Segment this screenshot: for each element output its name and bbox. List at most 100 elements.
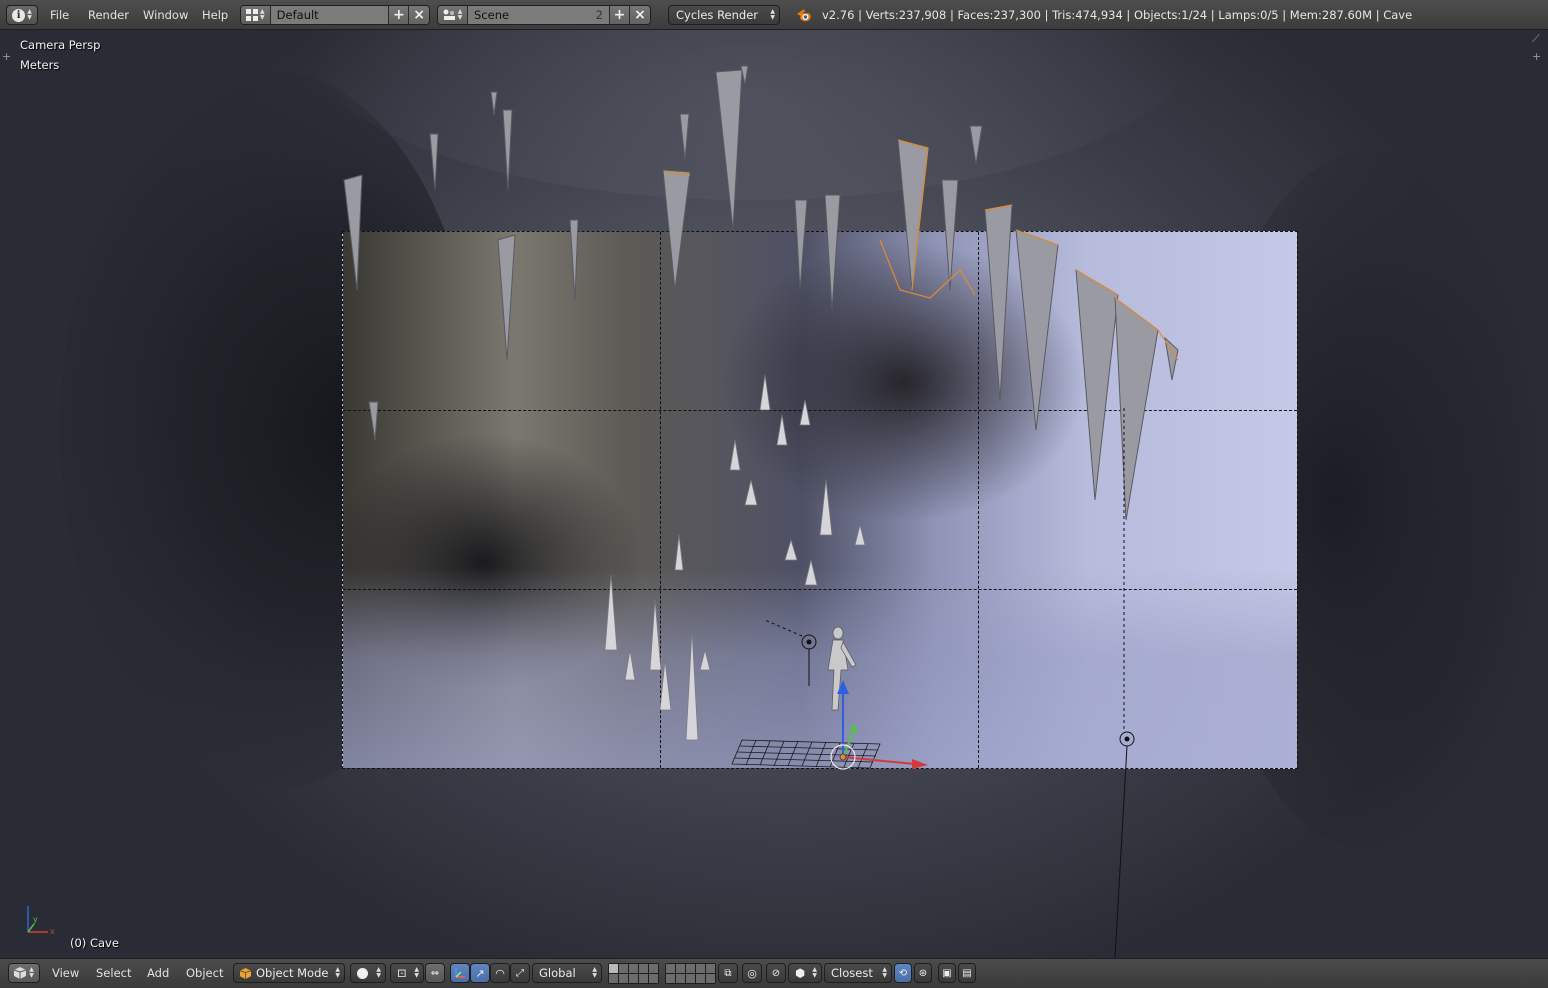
scene-layers[interactable] — [608, 962, 716, 984]
render-opengl-image-button[interactable]: ▣ — [938, 963, 956, 983]
region-expand-icon[interactable]: + — [1532, 50, 1541, 63]
render-engine-dropdown[interactable]: Cycles Render ▲ ▼ — [668, 5, 780, 25]
layer-button[interactable] — [619, 963, 628, 973]
render-engine-label: Cycles Render — [676, 8, 759, 22]
thirds-guide-vertical — [978, 232, 979, 768]
screen-layout-browse-button[interactable]: ▲ ▼ — [241, 6, 271, 24]
pivot-point-dropdown[interactable]: ⊡ ▲ ▼ — [390, 963, 424, 983]
updown-arrows-icon: ▲ ▼ — [882, 966, 887, 979]
scale-manipulator-button[interactable]: ⤢ — [510, 963, 530, 983]
menu-file[interactable]: File — [46, 6, 73, 24]
3d-view-header: ▲ ▼ View Select Add Object Object Mode ▲ ▼… — [0, 958, 1548, 988]
updown-arrows-icon: ▲ ▼ — [376, 966, 381, 979]
snap-element-icon: ⬢ — [795, 966, 806, 980]
layer-block-1[interactable] — [608, 962, 659, 984]
lock-camera-layers-button[interactable]: ⧉ — [718, 963, 738, 983]
manipulator-icon — [455, 968, 465, 978]
proportional-editing-button[interactable]: ◎ — [742, 963, 762, 983]
layer-button[interactable] — [686, 963, 695, 973]
updown-arrows-icon: ▲ ▼ — [260, 8, 265, 21]
layer-button[interactable] — [676, 973, 685, 983]
layer-button[interactable] — [639, 963, 648, 973]
render-opengl-animation-button[interactable]: ▤ — [958, 963, 976, 983]
snap-target-dropdown[interactable]: Closest ▲ ▼ — [824, 963, 892, 983]
camera-view-frame — [342, 231, 1298, 769]
scale-icon: ⤢ — [516, 967, 524, 979]
menu-view[interactable]: View — [48, 964, 83, 984]
pivot-icon: ⊡ — [397, 966, 407, 980]
close-icon[interactable]: × — [409, 6, 429, 24]
editor-type-button[interactable]: i ▲ ▼ — [6, 5, 38, 25]
layer-button[interactable] — [609, 963, 618, 973]
menu-help[interactable]: Help — [198, 6, 232, 24]
thirds-guide-horizontal — [343, 410, 1297, 411]
editor-type-button[interactable]: ▲ ▼ — [8, 963, 40, 983]
screen-layout-name[interactable]: Default — [270, 6, 390, 24]
scene-name[interactable]: Scene 2 — [468, 6, 610, 24]
screen-layout-icon — [246, 9, 259, 21]
transform-orientation-dropdown[interactable]: Global ▲ ▼ — [532, 963, 602, 983]
layer-button[interactable] — [706, 963, 715, 973]
layer-button[interactable] — [609, 973, 618, 983]
updown-arrows-icon: ▲ ▼ — [592, 966, 597, 979]
object-mode-icon — [240, 967, 251, 979]
svg-text:y: y — [33, 915, 38, 924]
layer-button[interactable] — [629, 973, 638, 983]
menu-add[interactable]: Add — [143, 964, 173, 984]
snap-toggle-button[interactable]: ⊘ — [766, 963, 786, 983]
updown-arrows-icon: ▲ ▼ — [414, 966, 419, 979]
manipulate-center-points-button[interactable]: ⇔ — [425, 963, 445, 983]
cave-ceiling-highlight — [300, 30, 1200, 200]
proportional-edit-icon: ◎ — [747, 966, 757, 980]
screen-layout-selector[interactable]: ▲ ▼ Default + × — [240, 5, 430, 25]
clapperboard-icon: ▤ — [962, 967, 972, 979]
menu-window[interactable]: Window — [139, 6, 192, 24]
menu-select[interactable]: Select — [92, 964, 135, 984]
plus-icon[interactable]: + — [610, 6, 630, 24]
layer-button[interactable] — [619, 973, 628, 983]
3d-view-icon — [14, 967, 27, 979]
view-axis-icon: y x — [27, 906, 55, 936]
cave-floor — [343, 568, 1297, 768]
region-expand-icon[interactable]: + — [2, 50, 11, 63]
snap-project-button[interactable]: ⊛ — [914, 963, 932, 983]
layer-button[interactable] — [666, 973, 675, 983]
layer-lock-icon: ⧉ — [724, 967, 732, 979]
layer-block-2[interactable] — [665, 962, 716, 984]
snap-element-dropdown[interactable]: ⬢ ▲ ▼ — [788, 963, 822, 983]
menu-object[interactable]: Object — [182, 964, 227, 984]
layer-button[interactable] — [666, 963, 675, 973]
layer-button[interactable] — [639, 973, 648, 983]
translate-manipulator-button[interactable]: ↗ — [470, 963, 490, 983]
solid-shading-icon — [357, 967, 368, 979]
interaction-mode-dropdown[interactable]: Object Mode ▲ ▼ — [233, 963, 345, 983]
viewport-shading-dropdown[interactable]: ▲ ▼ — [350, 963, 386, 983]
snap-align-rotation-button[interactable]: ⟲ — [894, 963, 912, 983]
transform-manipulator-toggle[interactable] — [450, 963, 470, 983]
3d-viewport[interactable]: Camera Persp Meters (0) Cave + + ⟋ y x — [0, 30, 1548, 958]
layer-button[interactable] — [629, 963, 638, 973]
area-split-corner-icon[interactable]: ⟋ — [1532, 32, 1540, 46]
close-icon[interactable]: × — [630, 6, 650, 24]
plus-icon[interactable]: + — [389, 6, 410, 24]
layer-button[interactable] — [686, 973, 695, 983]
updown-arrows-icon: ▲ ▼ — [335, 966, 340, 979]
magnet-icon: ⊘ — [771, 967, 781, 979]
grid-units: Meters — [20, 58, 60, 72]
layer-button[interactable] — [676, 963, 685, 973]
updown-arrows-icon: ▲ ▼ — [457, 8, 463, 21]
rotate-manipulator-button[interactable]: ◠ — [490, 963, 510, 983]
align-rotation-icon: ⟲ — [898, 967, 908, 979]
layer-button[interactable] — [706, 973, 715, 983]
layer-button[interactable] — [649, 973, 658, 983]
menu-render[interactable]: Render — [84, 6, 133, 24]
layer-button[interactable] — [696, 963, 705, 973]
scene-selector[interactable]: ▲ ▼ Scene 2 + × — [437, 5, 651, 25]
center-points-icon: ⇔ — [430, 967, 440, 979]
updown-arrows-icon: ▲ ▼ — [27, 8, 32, 21]
layer-button[interactable] — [649, 963, 658, 973]
scene-browse-button[interactable]: ▲ ▼ — [438, 6, 468, 24]
snap-target-label: Closest — [831, 966, 873, 980]
layer-button[interactable] — [696, 973, 705, 983]
scene-statistics: v2.76 | Verts:237,908 | Faces:237,300 | … — [822, 8, 1413, 22]
